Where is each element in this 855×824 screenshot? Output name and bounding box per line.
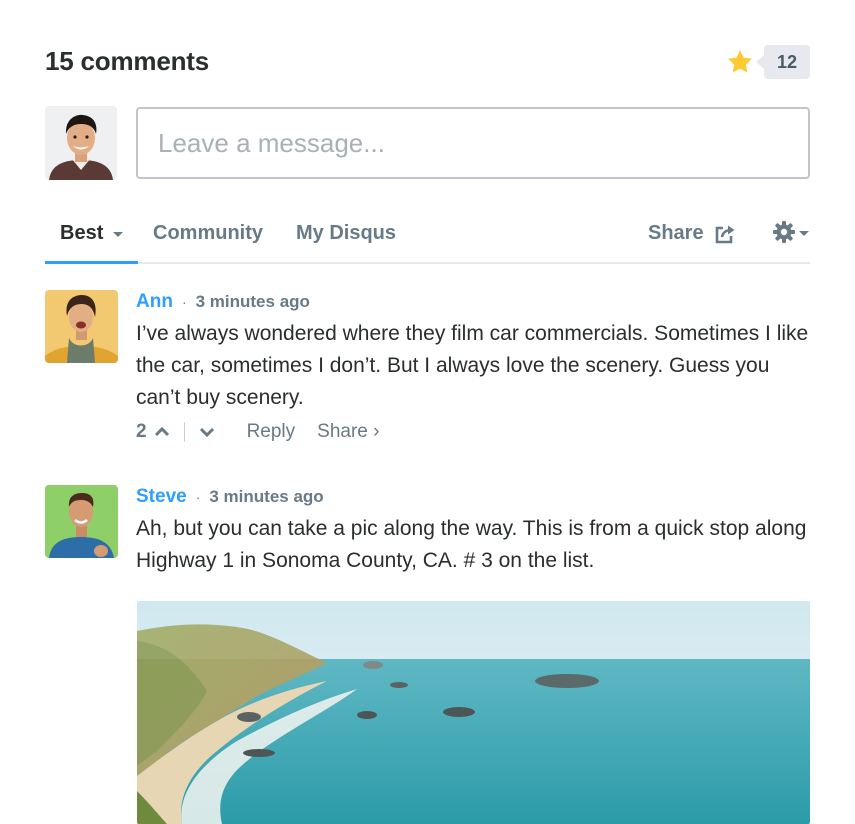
share-thread-label: Share: [648, 222, 704, 244]
comments-header: 15 comments 12: [45, 44, 810, 80]
message-input[interactable]: [136, 107, 810, 179]
comment-body: Steve · 3 minutes ago Ah, but you can ta…: [136, 485, 810, 577]
active-tab-indicator: [45, 261, 138, 264]
gear-icon: [773, 221, 795, 243]
share-thread-button[interactable]: Share: [648, 222, 736, 245]
comment-text: I’ve always wondered where they film car…: [136, 322, 809, 409]
share-comment-button[interactable]: Share ›: [317, 421, 379, 443]
share-arrow-icon: [715, 225, 735, 243]
avatar[interactable]: [45, 485, 118, 558]
reply-button[interactable]: Reply: [247, 421, 296, 443]
downvote-chevron-icon: [199, 427, 214, 438]
favorite-count-badge: 12: [756, 45, 810, 79]
tab-my-disqus[interactable]: My Disqus: [296, 222, 396, 245]
meta-separator: ·: [181, 294, 187, 310]
comments-nav: Best Community My Disqus Share: [45, 212, 810, 264]
comment-composer: [45, 106, 810, 180]
settings-menu-button[interactable]: [772, 220, 809, 244]
favorite-control[interactable]: 12: [726, 44, 810, 80]
comment-timestamp[interactable]: 3 minutes ago: [196, 292, 310, 312]
comment-image[interactable]: [137, 601, 810, 824]
upvote-button[interactable]: [154, 426, 170, 438]
tab-best[interactable]: Best: [60, 222, 124, 245]
comment-meta: Steve · 3 minutes ago: [136, 485, 810, 509]
author-name[interactable]: Steve: [136, 486, 187, 508]
vote-count: 2: [136, 421, 147, 442]
chevron-down-icon: [113, 232, 124, 237]
chevron-down-icon: [799, 230, 809, 236]
upvote-chevron-icon: [154, 426, 169, 437]
avatar[interactable]: [45, 290, 118, 363]
vote-divider: [183, 422, 185, 442]
comment-body: Ann · 3 minutes ago I’ve always wondered…: [136, 290, 810, 447]
comment-meta: Ann · 3 minutes ago: [136, 290, 810, 314]
comment-footer: 2 Reply Share ›: [136, 417, 810, 447]
comment-timestamp[interactable]: 3 minutes ago: [209, 487, 323, 507]
meta-separator: ·: [195, 489, 201, 505]
author-name[interactable]: Ann: [136, 291, 173, 313]
comment-count: 15 comments: [45, 46, 209, 76]
current-user-avatar[interactable]: [45, 106, 117, 180]
tab-best-label: Best: [60, 222, 104, 244]
comment-text: Ah, but you can take a pic along the way…: [136, 517, 807, 572]
star-icon[interactable]: [726, 48, 754, 76]
downvote-button[interactable]: [199, 426, 215, 438]
tab-community[interactable]: Community: [153, 222, 263, 245]
